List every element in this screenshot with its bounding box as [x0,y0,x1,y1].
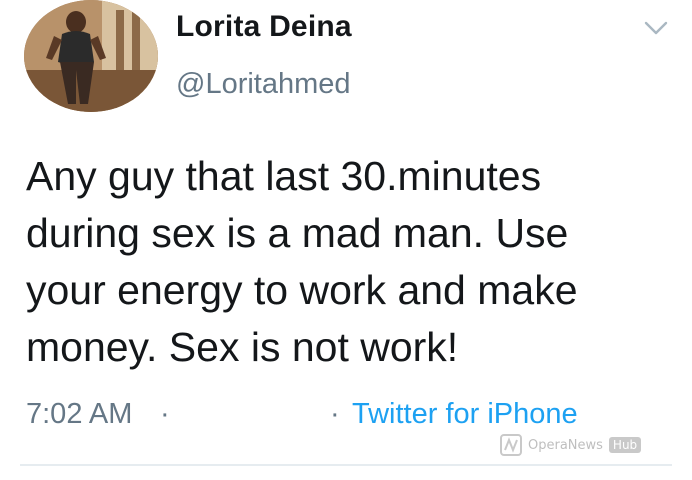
chevron-down-icon[interactable] [642,18,670,38]
watermark-text: OperaNews [528,437,603,453]
opera-news-logo-icon [500,434,522,456]
divider [20,464,672,466]
watermark: OperaNews Hub [500,434,642,456]
avatar-photo-icon [24,0,158,112]
tweet-source-link[interactable]: Twitter for iPhone [352,398,578,431]
meta-separator: · [160,398,170,430]
meta-separator: · [330,398,340,430]
display-name[interactable]: Lorita Deina [176,10,352,44]
avatar[interactable] [24,0,158,112]
tweet-text: Any guy that last 30.minutes during sex … [26,153,578,370]
tweet-card: Lorita Deina @Loritahmed Any guy that la… [0,0,692,480]
tweet-timestamp[interactable]: 7:02 AM [26,398,132,431]
user-handle[interactable]: @Loritahmed [176,68,351,101]
watermark-badge: Hub [608,437,642,453]
